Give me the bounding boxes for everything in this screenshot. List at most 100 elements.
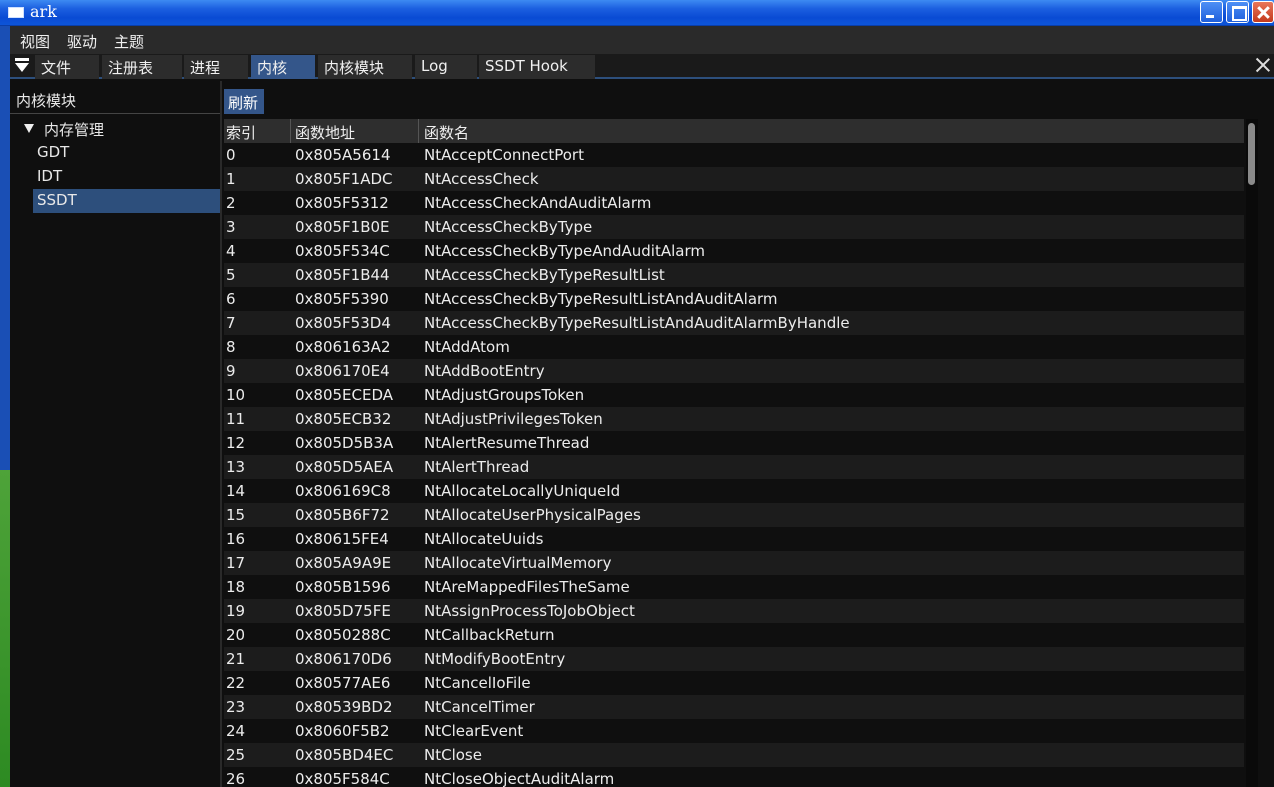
table-row[interactable]: 11 0x805ECB32 NtAdjustPrivilegesToken [224,407,1244,431]
tab-list-dropdown-icon[interactable] [14,58,30,74]
cell-address: 0x8050288C [295,626,391,644]
table-row[interactable]: 15 0x805B6F72 NtAllocateUserPhysicalPages [224,503,1244,527]
table-row[interactable]: 0 0x805A5614 NtAcceptConnectPort [224,143,1244,167]
cell-index: 24 [226,722,246,740]
panel-splitter[interactable] [220,81,222,787]
cell-address: 0x805A9A9E [295,554,392,572]
table-row[interactable]: 10 0x805ECEDA NtAdjustGroupsToken [224,383,1244,407]
close-window-button[interactable] [1252,1,1274,23]
minimize-button[interactable] [1200,1,1223,23]
cell-function-name: NtAddBootEntry [424,362,545,380]
cell-function-name: NtAcceptConnectPort [424,146,584,164]
table-row[interactable]: 1 0x805F1ADC NtAccessCheck [224,167,1244,191]
tree-item-ssdt[interactable]: SSDT [33,189,220,213]
table-row[interactable]: 7 0x805F53D4 NtAccessCheckByTypeResultList… [224,311,1244,335]
table-row[interactable]: 22 0x80577AE6 NtCancelIoFile [224,671,1244,695]
cell-address: 0x805F1B0E [295,218,390,236]
cell-index: 16 [226,530,246,548]
table-row[interactable]: 21 0x806170D6 NtModifyBootEntry [224,647,1244,671]
app-window-icon [8,7,24,18]
menu-view[interactable]: 视图 [20,31,50,52]
table-row[interactable]: 19 0x805D75FE NtAssignProcessToJobObject [224,599,1244,623]
cell-function-name: NtAccessCheckAndAuditAlarm [424,194,652,212]
tab-kernel[interactable]: 内核 [251,55,315,79]
column-header-address[interactable]: 函数地址 [295,122,355,143]
window-frame-left [0,26,10,470]
close-tab-icon[interactable] [1255,56,1271,74]
tab-log[interactable]: Log [415,55,477,79]
cell-address: 0x805B1596 [295,578,391,596]
cell-address: 0x805ECEDA [295,386,394,404]
table-row[interactable]: 26 0x805F584C NtCloseObjectAuditAlarm [224,767,1244,787]
tab-file[interactable]: 文件 [35,55,99,79]
tab-process[interactable]: 进程 [184,55,248,79]
cell-function-name: NtAccessCheckByTypeAndAuditAlarm [424,242,705,260]
cell-function-name: NtClearEvent [424,722,524,740]
cell-function-name: NtAllocateUserPhysicalPages [424,506,641,524]
cell-function-name: NtAdjustPrivilegesToken [424,410,603,428]
cell-index: 25 [226,746,246,764]
cell-index: 15 [226,506,246,524]
cell-address: 0x80539BD2 [295,698,393,716]
cell-index: 6 [226,290,236,308]
tab-kernel-modules[interactable]: 内核模块 [318,55,412,79]
table-row[interactable]: 25 0x805BD4EC NtClose [224,743,1244,767]
table-row[interactable]: 5 0x805F1B44 NtAccessCheckByTypeResultList [224,263,1244,287]
menu-driver[interactable]: 驱动 [67,31,97,52]
table-row[interactable]: 14 0x806169C8 NtAllocateLocallyUniqueId [224,479,1244,503]
table-row[interactable]: 18 0x805B1596 NtAreMappedFilesTheSame [224,575,1244,599]
cell-address: 0x805F1ADC [295,170,393,188]
table-row[interactable]: 17 0x805A9A9E NtAllocateVirtualMemory [224,551,1244,575]
cell-address: 0x80615FE4 [295,530,389,548]
table-row[interactable]: 24 0x8060F5B2 NtClearEvent [224,719,1244,743]
table-row[interactable]: 6 0x805F5390 NtAccessCheckByTypeResultList… [224,287,1244,311]
cell-index: 4 [226,242,236,260]
cell-address: 0x805F53D4 [295,314,391,332]
table-row[interactable]: 3 0x805F1B0E NtAccessCheckByType [224,215,1244,239]
tab-registry[interactable]: 注册表 [102,55,182,79]
table-row[interactable]: 13 0x805D5AEA NtAlertThread [224,455,1244,479]
column-divider[interactable] [290,119,291,143]
cell-index: 11 [226,410,246,428]
table-row[interactable]: 20 0x8050288C NtCallbackReturn [224,623,1244,647]
title-bar: ark [0,0,1274,26]
table-row[interactable]: 4 0x805F534C NtAccessCheckByTypeAndAuditAl… [224,239,1244,263]
table-body: 0 0x805A5614 NtAcceptConnectPort 1 0x805F1AD… [224,143,1244,787]
tree-node-memory-management[interactable]: 内存管理 [24,119,104,140]
cell-index: 17 [226,554,246,572]
scrollbar-thumb[interactable] [1248,123,1255,185]
tree-item-idt[interactable]: IDT [33,165,220,189]
table-row[interactable]: 23 0x80539BD2 NtCancelTimer [224,695,1244,719]
cell-index: 19 [226,602,246,620]
table-row[interactable]: 12 0x805D5B3A NtAlertResumeThread [224,431,1244,455]
tab-ssdt-hook[interactable]: SSDT Hook [479,55,595,79]
cell-index: 14 [226,482,246,500]
vertical-scrollbar[interactable] [1246,119,1258,787]
cell-index: 18 [226,578,246,596]
table-row[interactable]: 16 0x80615FE4 NtAllocateUuids [224,527,1244,551]
table-row[interactable]: 2 0x805F5312 NtAccessCheckAndAuditAlarm [224,191,1244,215]
cell-function-name: NtAlertResumeThread [424,434,590,452]
cell-address: 0x805D5AEA [295,458,394,476]
cell-function-name: NtAccessCheckByType [424,218,593,236]
menu-theme[interactable]: 主题 [114,31,144,52]
desktop-background [0,470,10,787]
cell-function-name: NtAssignProcessToJobObject [424,602,635,620]
table-row[interactable]: 8 0x806163A2 NtAddAtom [224,335,1244,359]
cell-index: 20 [226,626,246,644]
cell-index: 9 [226,362,236,380]
cell-index: 10 [226,386,246,404]
cell-address: 0x806170E4 [295,362,390,380]
column-divider[interactable] [418,119,419,143]
maximize-button[interactable] [1226,1,1249,23]
cell-address: 0x805D5B3A [295,434,394,452]
caret-down-icon[interactable] [24,124,34,133]
tree-item-gdt[interactable]: GDT [33,141,220,165]
cell-function-name: NtCancelTimer [424,698,535,716]
column-header-index[interactable]: 索引 [226,122,256,143]
table-row[interactable]: 9 0x806170E4 NtAddBootEntry [224,359,1244,383]
cell-address: 0x806163A2 [295,338,391,356]
refresh-button[interactable]: 刷新 [224,89,264,114]
column-header-function-name[interactable]: 函数名 [424,122,469,143]
tree-node-label: 内存管理 [44,121,105,139]
